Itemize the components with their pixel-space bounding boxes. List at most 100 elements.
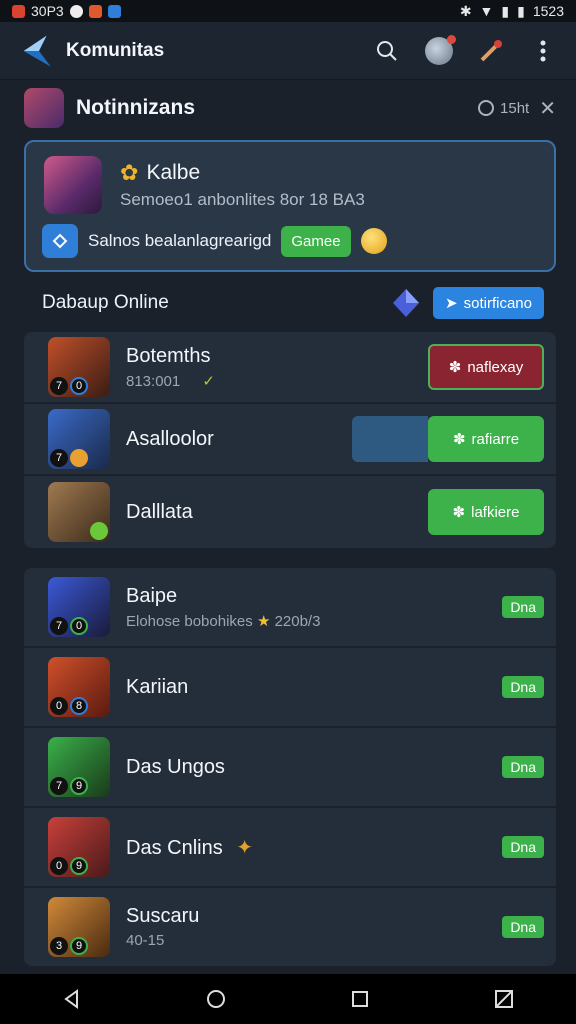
list-item[interactable]: Dalllata ✽ lafkiere — [24, 476, 556, 548]
avatar: 7 — [48, 409, 110, 469]
player-name: Baipe — [126, 584, 178, 607]
rank-badge — [70, 449, 88, 467]
bluetooth-icon: ✱ — [459, 2, 472, 19]
home-icon[interactable] — [205, 988, 227, 1010]
level-badge: 7 — [50, 377, 68, 395]
tag-icon — [52, 233, 68, 249]
player-name: Das Ungos — [126, 755, 225, 778]
button-label: naflexay — [467, 358, 524, 376]
signal-icon: ▮ — [501, 2, 510, 19]
level-badge: 7 — [50, 617, 68, 635]
status-left-text: 30P3 — [31, 3, 64, 19]
list-item[interactable]: 7 0 Baipe Elohose bobohikes ★ 220b/3 Dna — [24, 568, 556, 648]
avatar: 3 9 — [48, 897, 110, 957]
status-time: 1523 — [532, 3, 564, 19]
battery-icon: ▮ — [517, 2, 525, 19]
more-menu-button[interactable] — [528, 36, 558, 66]
avatar: 7 0 — [48, 577, 110, 637]
notification-time-text: 15ht — [500, 99, 530, 117]
avatar: 0 8 — [48, 657, 110, 717]
online-list: 7 0 Botemths 813:001 ✓ ✽ naflexay 7 Asal… — [24, 332, 556, 548]
player-name: Dalllata — [126, 500, 193, 523]
online-section-label: Dabaup Online — [42, 292, 169, 313]
send-icon: ➤ — [445, 295, 458, 312]
player-subtitle: Elohose bobohikes ★ 220b/3 — [126, 612, 321, 630]
level-badge: 0 — [50, 697, 68, 715]
sparkle-icon: ✽ — [448, 359, 462, 376]
notification-icon — [12, 4, 25, 18]
recents-icon[interactable] — [349, 988, 371, 1010]
player-name: Suscaru — [126, 905, 200, 927]
button-label: lafkiere — [471, 503, 520, 521]
game-button[interactable]: Gamee — [281, 225, 351, 257]
coin-icon — [360, 228, 387, 254]
featured-card[interactable]: ✿ Kalbe Semoeo1 anbonlites 8or 18 BA3 Sa… — [24, 140, 556, 272]
status-badge: Dna — [502, 596, 544, 618]
level-badge: 7 — [50, 449, 68, 467]
online-section-header: Dabaup Online ➤ sotirficano — [42, 284, 544, 322]
rank-badge: 8 — [70, 697, 88, 715]
status-badge: Dna — [502, 676, 544, 698]
more-vertical-icon — [540, 40, 546, 61]
reflex-button[interactable]: ✽ naflexay — [428, 344, 544, 390]
sparkle-icon: ✽ — [452, 504, 466, 521]
app-logo-icon — [23, 35, 51, 66]
notification-settings-label: sotirficano — [463, 294, 532, 312]
avatar: 7 9 — [48, 737, 110, 797]
list-item[interactable]: 7 9 Das Ungos Dna — [24, 728, 556, 808]
player-name: Kariian — [126, 675, 189, 698]
back-icon[interactable] — [61, 988, 83, 1010]
notification-settings-button[interactable]: ➤ sotirficano — [433, 287, 544, 319]
rank-badge — [90, 522, 108, 540]
rank-badge: 0 — [70, 617, 88, 635]
action-button[interactable]: ✽ rafiarre — [428, 416, 544, 462]
app-bar: Komunitas — [0, 22, 576, 80]
list-item[interactable]: 7 Asalloolor ✽ rafiarre — [24, 404, 556, 476]
player-subtitle: 40-15 — [126, 932, 165, 949]
level-badge: 3 — [50, 937, 68, 955]
rank-badge: 0 — [70, 377, 88, 395]
search-icon — [377, 40, 397, 61]
status-badge: Dna — [502, 836, 544, 858]
player-subtitle: 813:001 ✓ — [126, 372, 215, 390]
action-button[interactable]: ✽ lafkiere — [428, 489, 544, 535]
profile-button[interactable] — [424, 34, 456, 66]
app-title: Komunitas — [66, 39, 165, 61]
status-badge: Dna — [502, 916, 544, 938]
featured-avatar — [44, 156, 102, 214]
player-name: Asalloolor — [126, 427, 214, 450]
progress-bar — [352, 416, 428, 462]
search-button[interactable] — [372, 36, 402, 66]
list-item[interactable]: 3 9 Suscaru 40-15 Dna — [24, 888, 556, 966]
close-icon[interactable]: ✕ — [539, 96, 556, 121]
status-badge: Dna — [502, 756, 544, 778]
level-badge: 0 — [50, 857, 68, 875]
avatar: 0 9 — [48, 817, 110, 877]
gem-icon — [393, 289, 420, 317]
clock-status-icon — [69, 4, 83, 18]
star-icon: ★ — [256, 612, 271, 630]
app-status-icon-2 — [107, 4, 121, 18]
clover-icon: ✿ — [120, 160, 139, 185]
rewards-button[interactable] — [476, 36, 506, 66]
rank-badge: 9 — [70, 777, 88, 795]
avatar: 7 0 — [48, 337, 110, 397]
app-status-icon — [88, 4, 102, 18]
system-nav-bar — [0, 974, 576, 1024]
list-item[interactable]: 0 8 Kariian Dna — [24, 648, 556, 728]
list-item[interactable]: 7 0 Botemths 813:001 ✓ ✽ naflexay — [24, 332, 556, 404]
status-bar: 30P3 ✱ ▼ ▮ ▮ 1523 — [0, 0, 576, 22]
featured-subtitle: Semoeo1 anbonlites 8or 18 BA3 — [120, 190, 365, 209]
tag-button[interactable] — [42, 224, 78, 258]
player-name: Das Cnlins ✦ — [126, 836, 254, 859]
friends-list: 7 0 Baipe Elohose bobohikes ★ 220b/3 Dna… — [24, 568, 556, 966]
screenshot-icon[interactable] — [493, 988, 515, 1010]
avatar — [425, 34, 456, 65]
avatar — [48, 482, 110, 542]
player-name: Botemths — [126, 344, 211, 367]
notification-thumbnail — [24, 88, 64, 128]
sparkle-icon: ✽ — [452, 431, 466, 448]
button-label: rafiarre — [471, 430, 520, 448]
list-item[interactable]: 0 9 Das Cnlins ✦ Dna — [24, 808, 556, 888]
level-badge: 7 — [50, 777, 68, 795]
